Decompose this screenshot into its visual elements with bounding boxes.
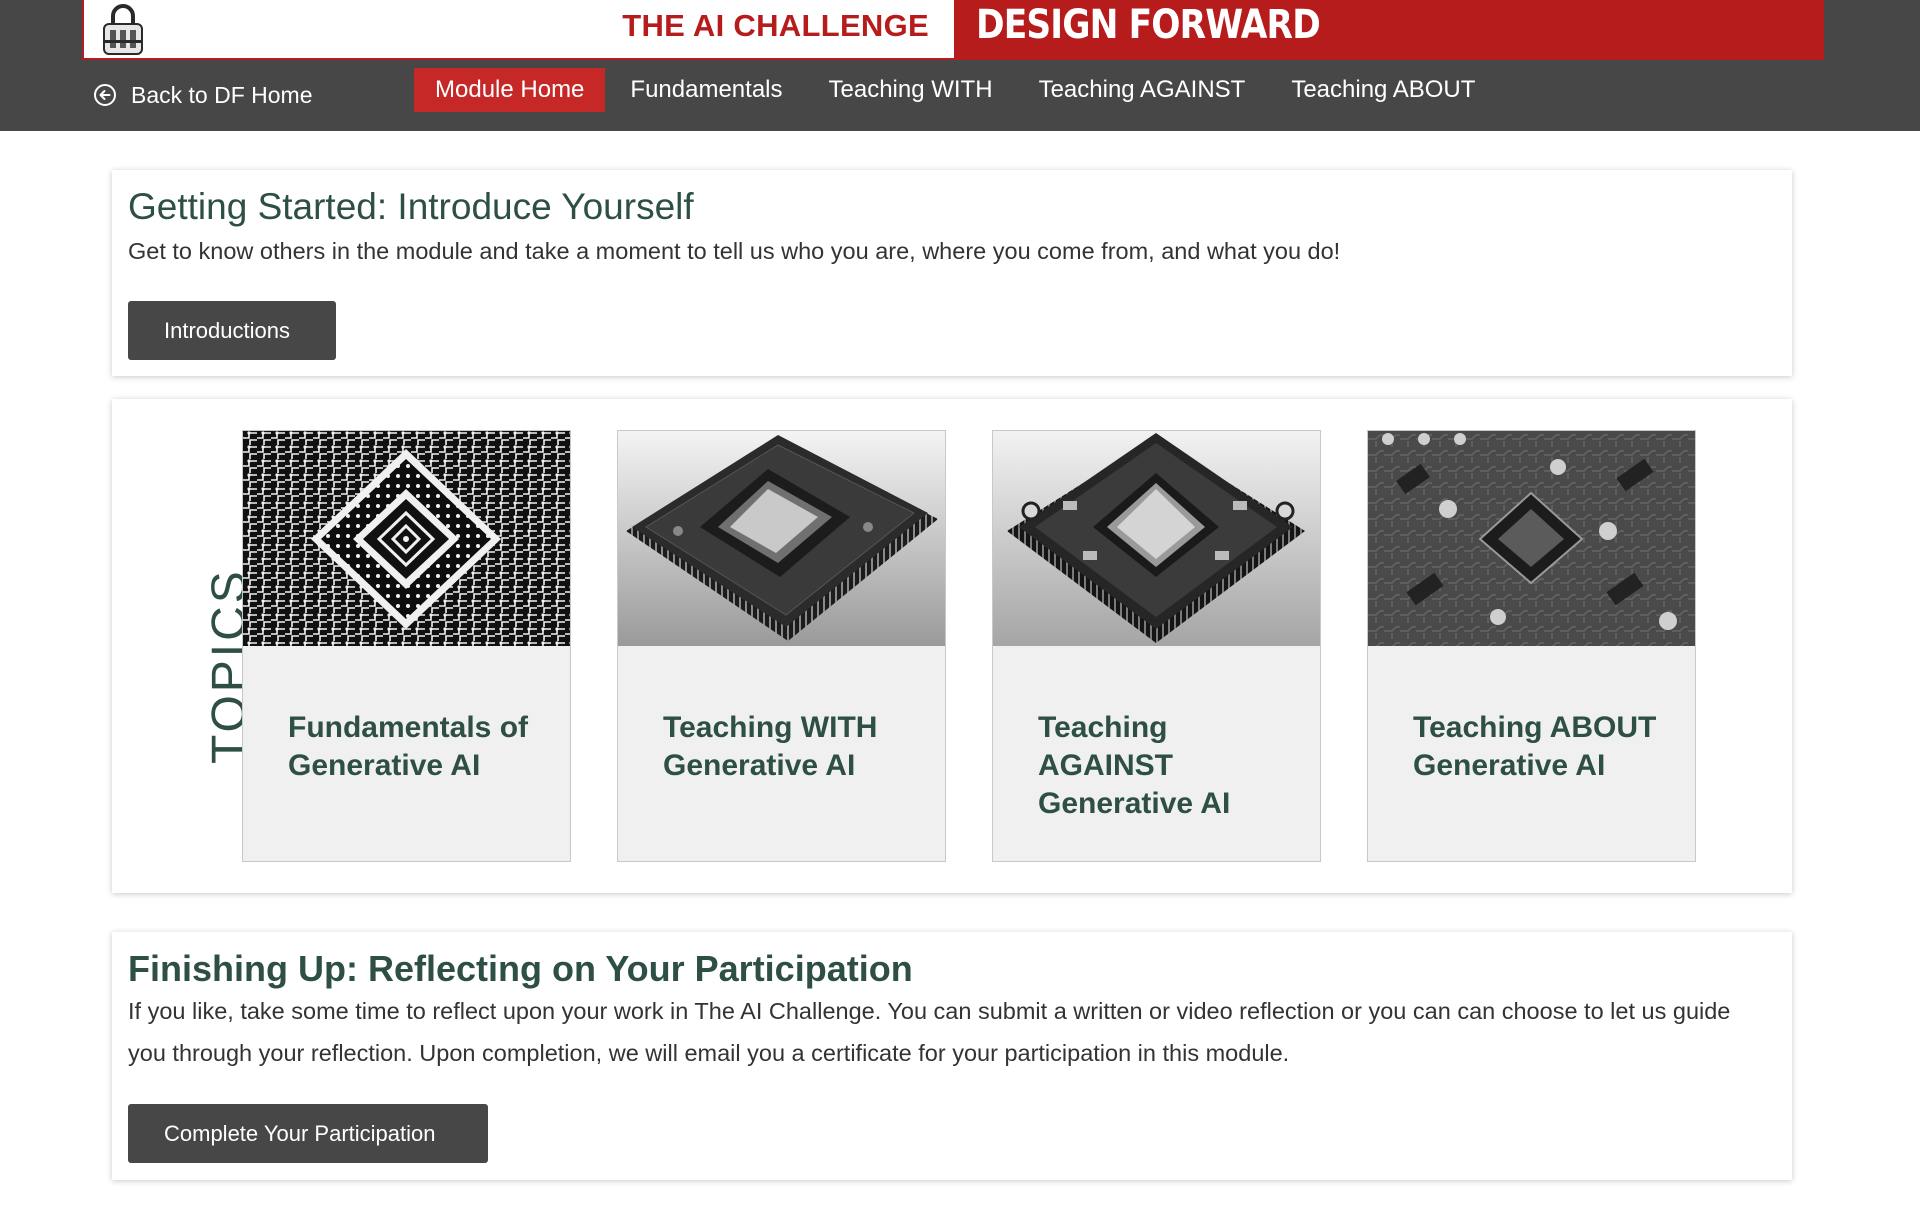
cpu-chip-image [993,431,1320,646]
topics-card: TOPICS Fundamentals of Generative AI Tea… [112,399,1792,893]
back-to-home-link[interactable]: Back to DF Home [93,80,313,110]
brand-block: DESIGN FORWARD [954,0,1824,58]
brand-banner: THE AI CHALLENGE DESIGN FORWARD [82,0,1824,60]
nav-fundamentals[interactable]: Fundamentals [609,68,803,112]
finish-title: Finishing Up: Reflecting on Your Partici… [128,948,913,989]
intro-title: Getting Started: Introduce Yourself [128,186,694,227]
topic-label: Teaching WITH Generative AI [663,711,878,782]
topic-label: Teaching ABOUT Generative AI [1413,711,1657,782]
top-header: THE AI CHALLENGE DESIGN FORWARD Back to … [0,0,1920,131]
motherboard-image [1368,431,1695,646]
chip-board-image [618,431,945,646]
circuit-pattern-image [243,431,570,646]
lock-icon [103,4,143,55]
arrow-circle-left-icon [94,84,116,106]
nav-module-home[interactable]: Module Home [414,68,606,112]
intro-text: Get to know others in the module and tak… [128,238,1341,264]
brand-title: DESIGN FORWARD [976,2,1321,48]
intro-card: Getting Started: Introduce Yourself Get … [112,170,1792,376]
topic-label: Teaching AGAINST Generative AI [1038,711,1231,820]
topic-label: Fundamentals of Generative AI [288,711,529,782]
nav-teaching-with[interactable]: Teaching WITH [808,68,1014,112]
complete-participation-button[interactable]: Complete Your Participation [128,1104,488,1163]
topic-tile-fundamentals[interactable]: Fundamentals of Generative AI [242,430,571,862]
topic-tile-teaching-against[interactable]: Teaching AGAINST Generative AI [992,430,1321,862]
topic-tile-teaching-with[interactable]: Teaching WITH Generative AI [617,430,946,862]
nav-teaching-about[interactable]: Teaching ABOUT [1270,68,1496,112]
module-nav: Module Home Fundamentals Teaching WITH T… [414,68,1500,112]
topic-tile-teaching-about[interactable]: Teaching ABOUT Generative AI [1367,430,1696,862]
challenge-title: THE AI CHALLENGE [622,8,929,43]
finish-text: If you like, take some time to reflect u… [128,998,1731,1066]
back-link-label: Back to DF Home [131,81,313,108]
finish-card: Finishing Up: Reflecting on Your Partici… [112,932,1792,1180]
nav-teaching-against[interactable]: Teaching AGAINST [1018,68,1267,112]
introductions-button[interactable]: Introductions [128,301,336,360]
